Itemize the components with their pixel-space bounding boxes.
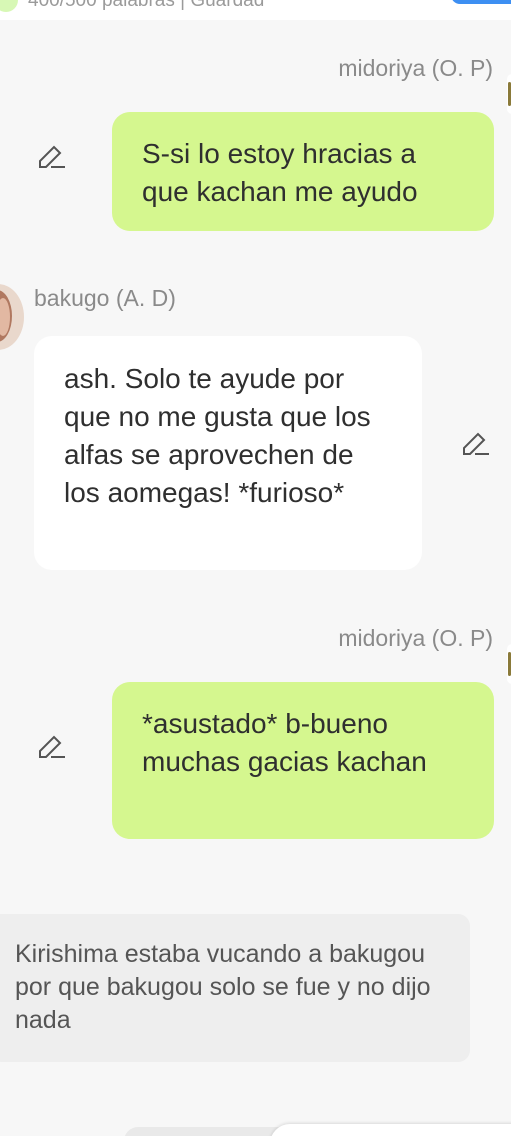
save-button[interactable] <box>451 0 511 4</box>
pencil-icon[interactable] <box>37 732 67 762</box>
status-dot <box>0 0 18 12</box>
message-text: *asustado* b-bueno muchas gacias kachan <box>142 708 427 777</box>
message-bubble-left[interactable]: ash. Solo te ayude por que no me gusta q… <box>34 336 422 570</box>
avatar[interactable] <box>507 644 511 684</box>
message-bubble-right[interactable]: *asustado* b-bueno muchas gacias kachan <box>112 682 494 839</box>
avatar[interactable] <box>507 74 511 114</box>
message-text: S-si lo estoy hracias a que kachan me ay… <box>142 138 418 207</box>
message-input-bar[interactable] <box>270 1124 511 1136</box>
pencil-icon[interactable] <box>461 429 491 459</box>
message-text: ash. Solo te ayude por que no me gusta q… <box>64 363 371 508</box>
narration-block[interactable]: Kirishima estaba vucando a bakugou por q… <box>0 914 470 1062</box>
avatar[interactable] <box>0 284 24 350</box>
speaker-name: bakugo (A. D) <box>34 285 176 311</box>
word-count-bar: 400/500 palabras | Guardad <box>0 0 511 20</box>
speaker-name: midoriya (O. P) <box>338 55 493 81</box>
narration-text: Kirishima estaba vucando a bakugou por q… <box>15 940 431 1034</box>
pencil-icon[interactable] <box>37 142 67 172</box>
message-bubble-right[interactable]: S-si lo estoy hracias a que kachan me ay… <box>112 112 494 231</box>
word-count-status: 400/500 palabras | Guardad <box>28 0 265 11</box>
chat-story-page: 400/500 palabras | Guardad midoriya (O. … <box>0 0 511 1136</box>
speaker-name: midoriya (O. P) <box>338 625 493 651</box>
